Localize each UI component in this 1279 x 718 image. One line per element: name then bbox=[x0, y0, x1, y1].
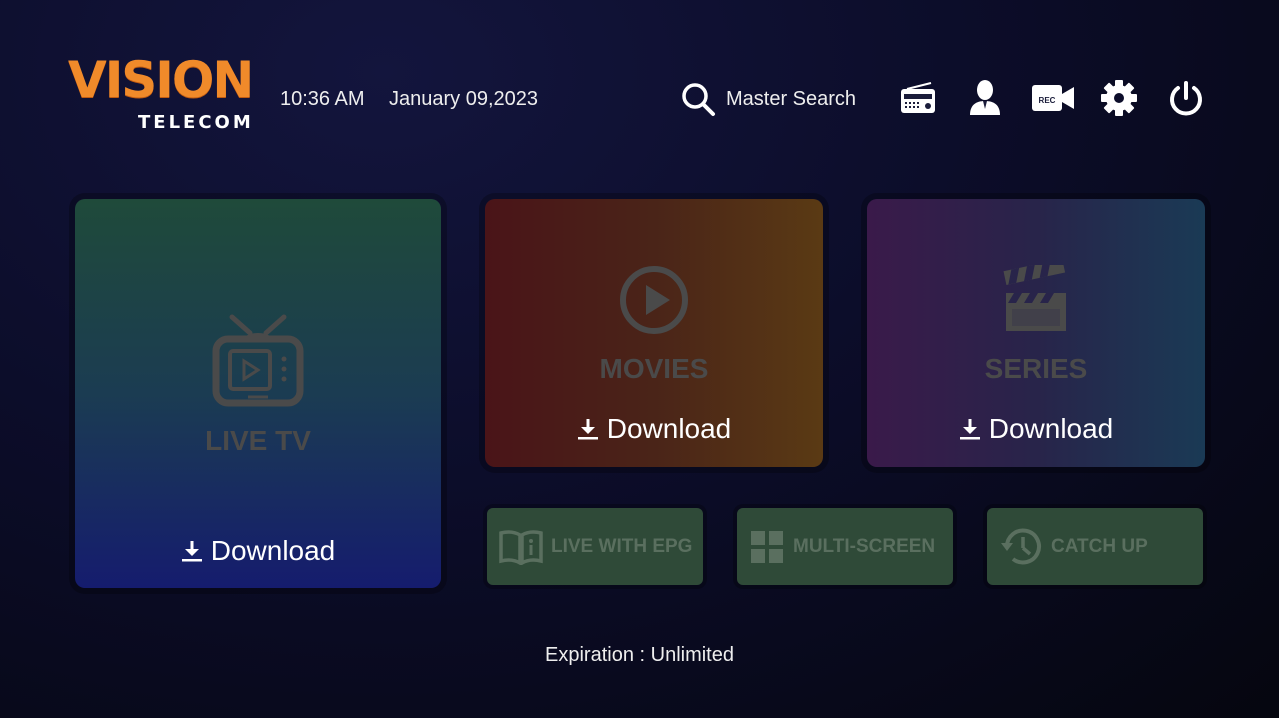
download-icon bbox=[181, 541, 202, 562]
movies-download-button[interactable]: Download bbox=[485, 413, 823, 445]
expiration-label: Expiration : bbox=[545, 644, 651, 666]
play-circle-icon bbox=[620, 266, 688, 334]
logo-main-text: VISION bbox=[68, 51, 254, 109]
expiration-status: Expiration : Unlimited bbox=[0, 644, 1279, 667]
download-icon bbox=[577, 419, 598, 440]
clock-time: 10:36 AM bbox=[280, 88, 365, 110]
rec-label: REC bbox=[1039, 96, 1056, 105]
live-with-epg-button[interactable]: LIVE WITH EPG bbox=[487, 508, 703, 585]
grid-icon bbox=[751, 530, 783, 563]
power-button[interactable] bbox=[1166, 78, 1206, 118]
live-tv-title: LIVE TV bbox=[205, 425, 311, 456]
vision-telecom-logo: VISION TELECOM bbox=[68, 50, 254, 134]
series-card[interactable]: SERIES Download bbox=[867, 199, 1205, 467]
series-title: SERIES bbox=[984, 353, 1088, 384]
search-icon bbox=[682, 83, 715, 116]
recording-button[interactable]: REC bbox=[1030, 78, 1076, 118]
rec-camera-icon: REC bbox=[1032, 85, 1074, 111]
expiration-value: Unlimited bbox=[650, 644, 734, 666]
book-info-icon bbox=[499, 529, 543, 565]
movies-download-label: Download bbox=[606, 413, 732, 444]
user-icon bbox=[970, 80, 1000, 115]
clapperboard-icon bbox=[1003, 265, 1066, 331]
master-search-label: Master Search bbox=[726, 87, 857, 110]
live-tv-card[interactable]: LIVE TV Download bbox=[75, 199, 441, 588]
gear-icon bbox=[1101, 80, 1137, 116]
catch-up-button[interactable]: CATCH UP bbox=[987, 508, 1203, 585]
multi-screen-button[interactable]: MULTI-SCREEN bbox=[737, 508, 953, 585]
live-tv-download-label: Download bbox=[210, 535, 336, 566]
radio-button[interactable] bbox=[898, 78, 938, 118]
movies-card[interactable]: MOVIES Download bbox=[485, 199, 823, 467]
movies-title: MOVIES bbox=[599, 353, 709, 384]
history-clock-icon bbox=[1001, 528, 1041, 564]
live-tv-download-button[interactable]: Download bbox=[75, 535, 441, 567]
tv-icon bbox=[212, 314, 304, 407]
power-icon bbox=[1170, 81, 1202, 116]
catch-up-label: CATCH UP bbox=[1051, 535, 1148, 557]
clock-date: January 09,2023 bbox=[389, 88, 539, 110]
user-button[interactable] bbox=[965, 78, 1005, 118]
master-search-button[interactable]: Master Search bbox=[680, 80, 856, 118]
logo-sub-text: TELECOM bbox=[138, 112, 254, 133]
live-with-epg-label: LIVE WITH EPG bbox=[551, 535, 693, 557]
multi-screen-label: MULTI-SCREEN bbox=[793, 535, 936, 557]
series-download-label: Download bbox=[988, 413, 1114, 444]
settings-button[interactable] bbox=[1099, 78, 1139, 118]
radio-icon bbox=[901, 82, 935, 113]
series-download-button[interactable]: Download bbox=[867, 413, 1205, 445]
download-icon bbox=[959, 419, 980, 440]
